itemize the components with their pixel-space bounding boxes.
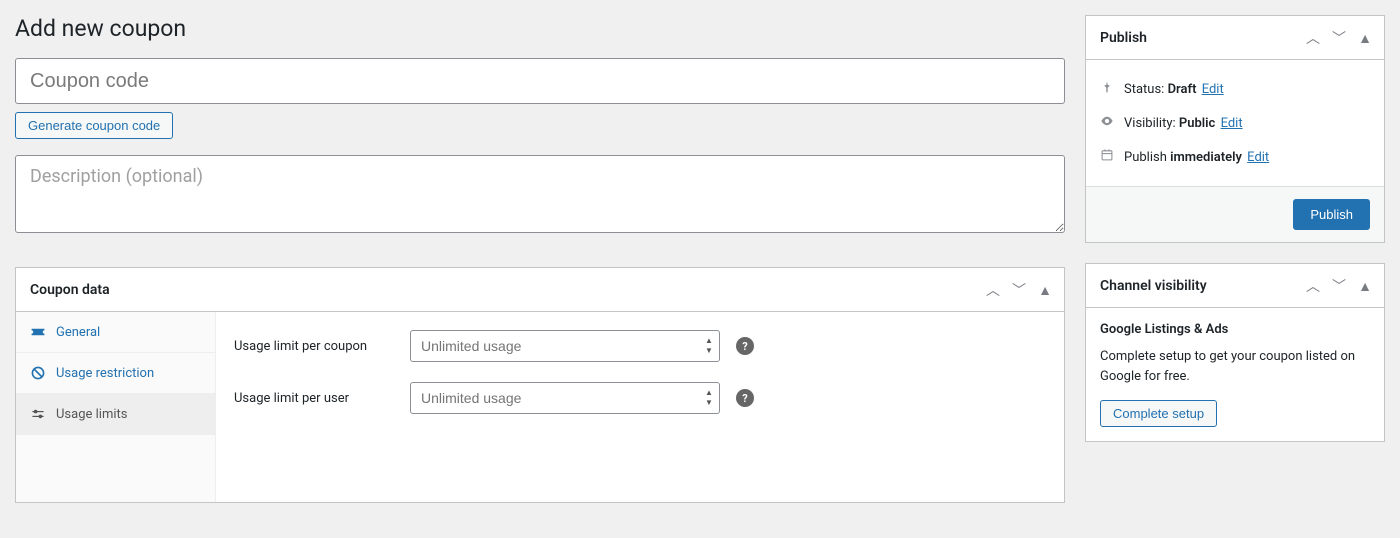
toggle-panel-button[interactable]: ▲: [1354, 275, 1376, 297]
publish-title: Publish: [1100, 30, 1147, 46]
coupon-data-header: Coupon data ︿ ﹀ ▲: [16, 268, 1064, 312]
visibility-label: Visibility:: [1124, 116, 1176, 131]
edit-status-link[interactable]: Edit: [1202, 82, 1224, 97]
page-title: Add new coupon: [15, 15, 1065, 42]
move-up-button[interactable]: ︿: [1302, 27, 1324, 49]
move-down-button[interactable]: ﹀: [1008, 279, 1030, 301]
tab-usage-restriction[interactable]: Usage restriction: [16, 353, 215, 394]
publish-visibility-row: Visibility: Public Edit: [1100, 106, 1370, 140]
move-down-button[interactable]: ﹀: [1328, 275, 1350, 297]
coupon-data-tabs: General Usage restriction Usage limits: [16, 312, 216, 502]
edit-visibility-link[interactable]: Edit: [1221, 116, 1243, 131]
status-value: Draft: [1168, 82, 1197, 97]
complete-setup-button[interactable]: Complete setup: [1100, 400, 1217, 427]
publish-header: Publish ︿ ﹀ ▲: [1086, 16, 1384, 60]
coupon-description-textarea[interactable]: [15, 155, 1065, 233]
coupon-code-input[interactable]: [15, 58, 1065, 104]
usage-limit-per-coupon-input[interactable]: [410, 330, 720, 362]
publish-button[interactable]: Publish: [1293, 199, 1370, 230]
stepper-down-icon[interactable]: ▼: [702, 346, 716, 356]
chevron-down-icon: ﹀: [1332, 31, 1346, 45]
help-icon[interactable]: ?: [736, 337, 754, 355]
channel-title: Channel visibility: [1100, 278, 1207, 294]
coupon-data-content: Usage limit per coupon ▲ ▼ ? Usage limit…: [216, 312, 1064, 502]
triangle-up-icon: ▲: [1358, 31, 1372, 45]
stepper-up-icon[interactable]: ▲: [702, 388, 716, 398]
calendar-icon: [1100, 148, 1116, 166]
ban-icon: [30, 365, 46, 381]
visibility-value: Public: [1179, 116, 1215, 131]
edit-schedule-link[interactable]: Edit: [1247, 150, 1269, 165]
stepper-up-icon[interactable]: ▲: [702, 336, 716, 346]
tab-general-label: General: [56, 325, 100, 340]
usage-limit-per-user-input[interactable]: [410, 382, 720, 414]
triangle-up-icon: ▲: [1038, 283, 1052, 297]
triangle-up-icon: ▲: [1358, 279, 1372, 293]
publish-status-row: Status: Draft Edit: [1100, 72, 1370, 106]
schedule-label: Publish: [1124, 150, 1167, 165]
ticket-icon: [30, 324, 46, 340]
generate-coupon-code-button[interactable]: Generate coupon code: [15, 112, 173, 139]
help-icon[interactable]: ?: [736, 389, 754, 407]
eye-icon: [1100, 114, 1116, 132]
tab-usage-limits[interactable]: Usage limits: [16, 394, 215, 435]
move-down-button[interactable]: ﹀: [1328, 27, 1350, 49]
usage-limit-per-user-label: Usage limit per user: [234, 391, 394, 406]
sliders-icon: [30, 406, 46, 422]
coupon-data-title: Coupon data: [30, 282, 110, 298]
chevron-up-icon: ︿: [1306, 31, 1320, 45]
stepper-down-icon[interactable]: ▼: [702, 398, 716, 408]
toggle-panel-button[interactable]: ▲: [1354, 27, 1376, 49]
channel-header: Channel visibility ︿ ﹀ ▲: [1086, 264, 1384, 308]
channel-subtitle: Google Listings & Ads: [1100, 322, 1370, 337]
publish-panel: Publish ︿ ﹀ ▲ Status: Draft Edit: [1085, 15, 1385, 243]
tab-general[interactable]: General: [16, 312, 215, 353]
channel-text: Complete setup to get your coupon listed…: [1100, 347, 1370, 386]
schedule-value: immediately: [1170, 150, 1242, 165]
usage-limit-per-coupon-label: Usage limit per coupon: [234, 339, 394, 354]
coupon-data-panel: Coupon data ︿ ﹀ ▲ General: [15, 267, 1065, 503]
chevron-down-icon: ﹀: [1332, 279, 1346, 293]
tab-usage-limits-label: Usage limits: [56, 407, 127, 422]
chevron-down-icon: ﹀: [1012, 283, 1026, 297]
channel-visibility-panel: Channel visibility ︿ ﹀ ▲ Google Listings…: [1085, 263, 1385, 442]
tab-usage-restriction-label: Usage restriction: [56, 366, 154, 381]
pin-icon: [1100, 80, 1116, 98]
chevron-up-icon: ︿: [1306, 279, 1320, 293]
move-up-button[interactable]: ︿: [982, 279, 1004, 301]
publish-schedule-row: Publish immediately Edit: [1100, 140, 1370, 174]
move-up-button[interactable]: ︿: [1302, 275, 1324, 297]
status-label: Status:: [1124, 82, 1164, 97]
toggle-panel-button[interactable]: ▲: [1034, 279, 1056, 301]
chevron-up-icon: ︿: [986, 283, 1000, 297]
